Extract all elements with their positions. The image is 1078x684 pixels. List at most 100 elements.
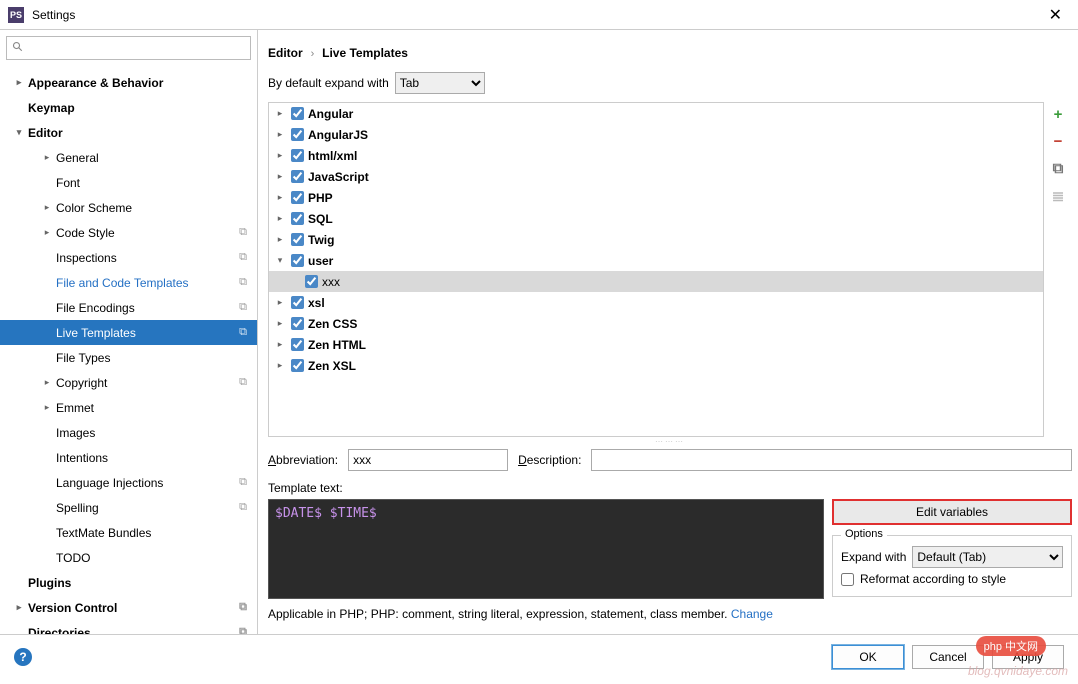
scope-icon: ⧉ [239,376,247,389]
sidebar-item-keymap[interactable]: Keymap [0,95,257,120]
sidebar-item-inspections[interactable]: Inspections⧉ [0,245,257,270]
scope-icon: ⧉ [239,501,247,514]
close-icon[interactable]: ✕ [1041,1,1070,29]
sidebar-item-textmate-bundles[interactable]: TextMate Bundles [0,520,257,545]
sidebar-item-todo[interactable]: TODO [0,545,257,570]
group-zen-css[interactable]: ▸Zen CSS [269,313,1043,334]
group-checkbox[interactable] [291,233,304,246]
group-checkbox[interactable] [291,107,304,120]
group-checkbox[interactable] [291,296,304,309]
duplicate-icon[interactable]: ⧉ [1053,160,1064,177]
chevron-right-icon: ▸ [40,202,54,213]
chevron-right-icon: ▸ [273,129,287,140]
group-checkbox[interactable] [291,359,304,372]
group-checkbox[interactable] [291,128,304,141]
group-checkbox[interactable] [291,338,304,351]
sidebar-item-intentions[interactable]: Intentions [0,445,257,470]
group-php[interactable]: ▸PHP [269,187,1043,208]
sidebar-item-spelling[interactable]: Spelling⧉ [0,495,257,520]
options-group: Options Expand with Default (Tab) Reform… [832,535,1072,597]
resize-grip[interactable]: ⋯⋯⋯ [268,437,1072,443]
chevron-right-icon: ▸ [273,150,287,161]
reformat-checkbox[interactable] [841,573,854,586]
groups-toolbar: + − ⧉ ≣ [1044,102,1072,437]
chevron-right-icon: ▸ [273,234,287,245]
description-input[interactable] [591,449,1072,471]
group-xsl[interactable]: ▸xsl [269,292,1043,313]
breadcrumb-editor: Editor [268,46,303,60]
description-label: Description: [518,453,581,467]
chevron-right-icon: ▸ [40,227,54,238]
content-pane: Editor › Live Templates By default expan… [258,30,1078,634]
abbreviation-input[interactable] [348,449,508,471]
group-checkbox[interactable] [291,170,304,183]
template-text-label: Template text: [268,481,1072,495]
default-expand-select[interactable]: Tab [395,72,485,94]
sidebar-item-file-types[interactable]: File Types [0,345,257,370]
template-checkbox[interactable] [305,275,318,288]
group-zen-html[interactable]: ▸Zen HTML [269,334,1043,355]
sidebar-item-emmet[interactable]: ▸Emmet [0,395,257,420]
window-title: Settings [32,8,1041,22]
scope-icon: ⧉ [239,301,247,314]
chevron-right-icon: ▸ [273,318,287,329]
chevron-right-icon: ▸ [40,402,54,413]
ok-button[interactable]: OK [832,645,904,669]
sidebar-item-live-templates[interactable]: Live Templates⧉ [0,320,257,345]
chevron-right-icon: ▸ [273,192,287,203]
sidebar-item-editor[interactable]: ▾Editor [0,120,257,145]
sidebar-item-plugins[interactable]: Plugins [0,570,257,595]
sidebar-item-directories[interactable]: Directories⧉ [0,620,257,634]
sidebar-item-code-style[interactable]: ▸Code Style⧉ [0,220,257,245]
group-twig[interactable]: ▸Twig [269,229,1043,250]
change-context-link[interactable]: Change [731,607,773,621]
chevron-right-icon: ▸ [12,77,26,88]
settings-tree[interactable]: ▸Appearance & BehaviorKeymap▾Editor▸Gene… [0,66,257,634]
group-checkbox[interactable] [291,191,304,204]
group-zen-xsl[interactable]: ▸Zen XSL [269,355,1043,376]
template-groups-tree[interactable]: ▸Angular▸AngularJS▸html/xml▸JavaScript▸P… [268,102,1044,437]
remove-icon[interactable]: − [1054,133,1063,150]
group-javascript[interactable]: ▸JavaScript [269,166,1043,187]
search-icon [12,41,24,53]
abbreviation-label: AAbbreviation:bbreviation: [268,453,338,467]
template-text-editor[interactable]: $DATE$ $TIME$ [268,499,824,599]
chevron-down-icon: ▾ [12,127,26,138]
group-checkbox[interactable] [291,149,304,162]
scope-icon: ⧉ [239,276,247,289]
expand-with-select[interactable]: Default (Tab) [912,546,1063,568]
help-icon[interactable]: ? [14,648,32,666]
breadcrumb-live-templates: Live Templates [322,46,408,60]
sidebar-item-appearance-behavior[interactable]: ▸Appearance & Behavior [0,70,257,95]
group-angular[interactable]: ▸Angular [269,103,1043,124]
sidebar-item-file-encodings[interactable]: File Encodings⧉ [0,295,257,320]
template-xxx[interactable]: xxx [269,271,1043,292]
group-checkbox[interactable] [291,317,304,330]
add-icon[interactable]: + [1054,106,1063,123]
sidebar-item-color-scheme[interactable]: ▸Color Scheme [0,195,257,220]
sidebar-item-general[interactable]: ▸General [0,145,257,170]
chevron-right-icon: ▸ [273,297,287,308]
sidebar-item-language-injections[interactable]: Language Injections⧉ [0,470,257,495]
search-input[interactable] [6,36,251,60]
group-user[interactable]: ▾user [269,250,1043,271]
group-sql[interactable]: ▸SQL [269,208,1043,229]
edit-variables-button[interactable]: Edit variables [832,499,1072,525]
app-icon: PS [8,7,24,23]
default-expand-label: By default expand with [268,76,389,90]
chevron-right-icon: ▸ [273,213,287,224]
chevron-right-icon: ▸ [273,171,287,182]
sidebar-item-font[interactable]: Font [0,170,257,195]
chevron-right-icon: ▸ [273,360,287,371]
group-angularjs[interactable]: ▸AngularJS [269,124,1043,145]
options-legend: Options [841,528,887,540]
sidebar-item-file-and-code-templates[interactable]: File and Code Templates⧉ [0,270,257,295]
sidebar-item-copyright[interactable]: ▸Copyright⧉ [0,370,257,395]
group-checkbox[interactable] [291,212,304,225]
sidebar-item-images[interactable]: Images [0,420,257,445]
sidebar-item-version-control[interactable]: ▸Version Control⧉ [0,595,257,620]
settings-icon: ≣ [1052,187,1065,205]
group-checkbox[interactable] [291,254,304,267]
expand-with-label: Expand with [841,550,906,564]
group-html-xml[interactable]: ▸html/xml [269,145,1043,166]
